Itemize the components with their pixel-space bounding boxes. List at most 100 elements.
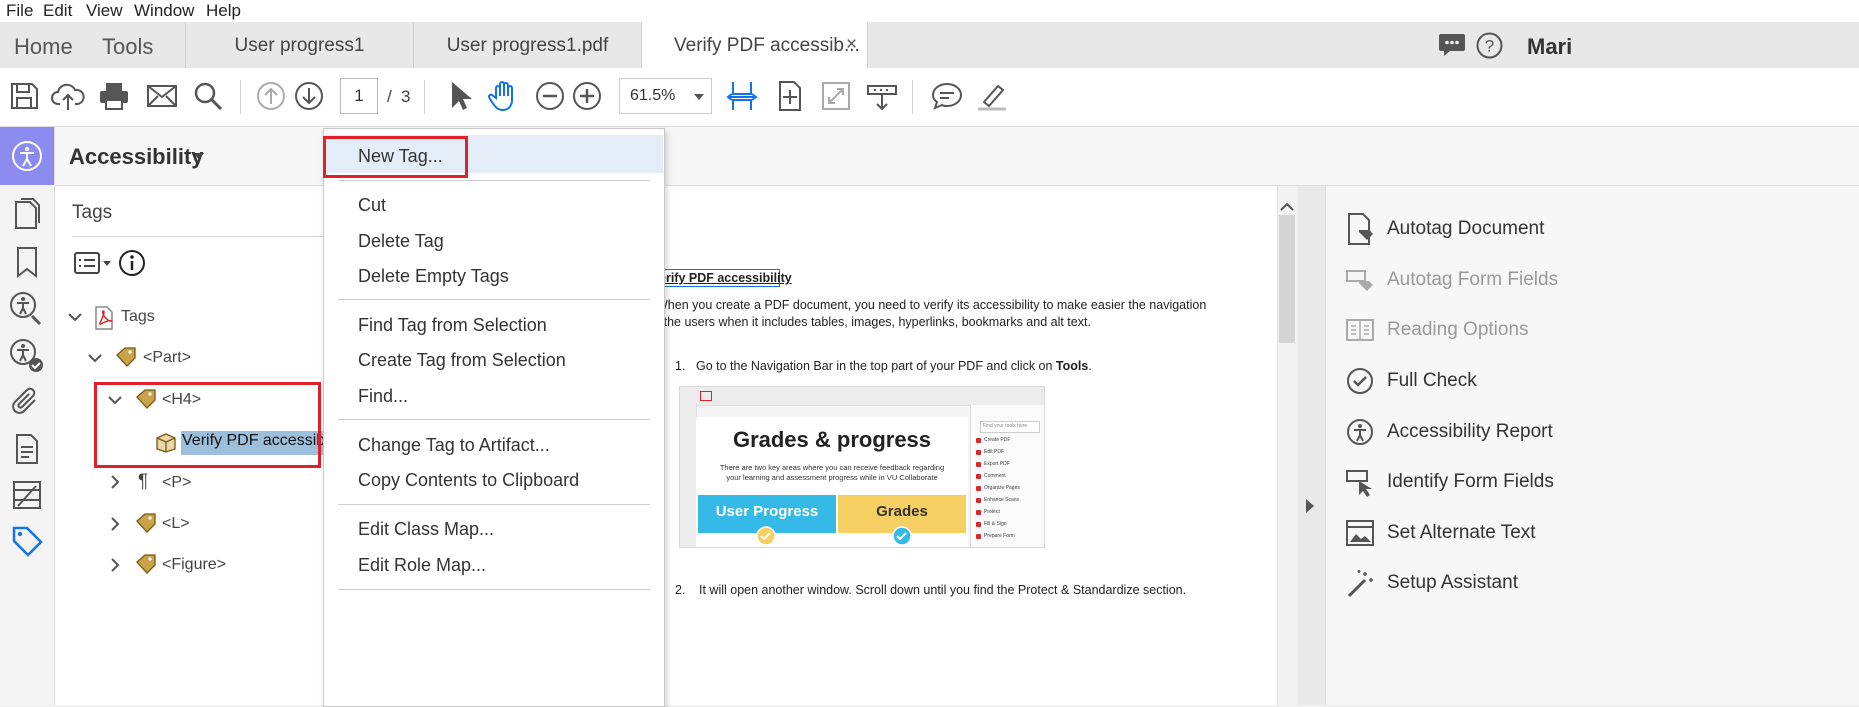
thumb-side-item: Enhance Scans (984, 497, 1020, 503)
save-icon[interactable] (6, 78, 42, 114)
menu-item-find-tag-from-selection[interactable]: Find Tag from Selection (358, 315, 547, 336)
chat-icon[interactable] (1438, 32, 1466, 58)
chevron-down-icon[interactable] (88, 353, 102, 363)
tab-home[interactable]: Home (14, 34, 73, 60)
thumb-side-item-icon (976, 534, 981, 539)
menu-item-find[interactable]: Find... (358, 386, 408, 407)
tree-figure[interactable]: <Figure> (162, 556, 226, 574)
collapse-panel-icon[interactable] (1304, 498, 1316, 514)
select-arrow-icon[interactable] (441, 78, 477, 114)
tree-part[interactable]: <Part> (143, 349, 191, 367)
info-icon[interactable] (118, 249, 146, 277)
user-name[interactable]: Mari (1527, 34, 1572, 60)
accessibility-icon (12, 141, 42, 171)
zoom-value: 61.5% (630, 87, 676, 104)
menu-window[interactable]: Window (134, 1, 194, 21)
search-icon[interactable] (190, 78, 226, 114)
menu-item-copy-contents[interactable]: Copy Contents to Clipboard (358, 470, 579, 491)
email-icon[interactable] (144, 78, 180, 114)
menu-edit[interactable]: Edit (43, 1, 72, 21)
paragraph-icon: ¶ (138, 471, 149, 492)
doc-heading: erify PDF accessibility (659, 271, 792, 285)
toolbar: 1 / 3 61.5% (0, 68, 1859, 127)
set-alternate-text-icon (1346, 520, 1374, 546)
chevron-down-icon[interactable] (194, 153, 204, 160)
doc-tab-verify-pdf[interactable]: Verify PDF accessib... × (641, 22, 868, 69)
accessibility-title[interactable]: Accessibility (69, 144, 204, 170)
menu-file[interactable]: File (6, 1, 33, 21)
cloud-upload-icon[interactable] (50, 78, 86, 114)
doc-tab-user-progress1-pdf[interactable]: User progress1.pdf (413, 22, 641, 68)
pages-icon[interactable] (8, 196, 46, 234)
comment-icon[interactable] (929, 78, 965, 114)
zoom-out-icon[interactable] (532, 78, 568, 114)
print-icon[interactable] (96, 78, 132, 114)
menu-item-edit-role-map[interactable]: Edit Role Map... (358, 555, 486, 576)
hand-icon[interactable] (486, 78, 522, 114)
tree-tags-root[interactable]: Tags (121, 308, 155, 326)
highlight-box (94, 382, 321, 468)
bookmark-icon[interactable] (8, 243, 46, 281)
thumb-grades-label: Grades (876, 503, 928, 520)
full-screen-icon[interactable] (818, 78, 854, 114)
thumb-side-item-icon (976, 510, 981, 515)
zoom-select[interactable]: 61.5% (619, 78, 712, 114)
doc-step2-number: 2. (675, 583, 686, 597)
accessibility-rail-button[interactable] (0, 127, 54, 185)
scrollbar-thumb[interactable] (1279, 215, 1295, 343)
tags-icon[interactable] (8, 522, 46, 560)
chevron-down-icon[interactable] (68, 312, 82, 322)
divider (72, 236, 325, 237)
thumb-search-placeholder: Find your tools here (983, 423, 1028, 429)
svg-text:?: ? (1485, 37, 1494, 56)
menu-item-delete-empty-tags[interactable]: Delete Empty Tags (358, 266, 509, 287)
fit-page-icon[interactable] (772, 78, 808, 114)
thumb-search-box: Find your tools here (980, 421, 1040, 433)
thumb-side-item-icon (976, 498, 981, 503)
options-menu-icon[interactable] (74, 251, 114, 275)
menu-item-cut[interactable]: Cut (358, 195, 386, 216)
toolbar-separator (912, 80, 913, 114)
menu-item-edit-class-map[interactable]: Edit Class Map... (358, 519, 494, 540)
menu-view[interactable]: View (86, 1, 123, 21)
full-check-icon (1347, 368, 1373, 394)
tab-tools[interactable]: Tools (102, 34, 153, 60)
tag-icon (136, 554, 156, 574)
page-down-icon[interactable] (291, 78, 327, 114)
context-menu: New Tag... Cut Delete Tag Delete Empty T… (323, 128, 665, 707)
tree-p[interactable]: <P> (162, 474, 191, 492)
thumb-side-item-icon (976, 438, 981, 443)
close-tab-icon[interactable]: × (846, 34, 857, 56)
thumb-side-item-icon (976, 486, 981, 491)
page-number-input[interactable]: 1 (340, 78, 378, 114)
thumb-subtitle-line1: There are two key areas where you can re… (719, 463, 945, 472)
pdf-file-icon (95, 306, 113, 330)
menu-item-delete-tag[interactable]: Delete Tag (358, 231, 444, 252)
page-up-icon[interactable] (253, 78, 289, 114)
fit-width-icon[interactable] (724, 78, 760, 114)
reading-order-icon[interactable] (8, 290, 46, 328)
accessibility-checker-icon[interactable] (8, 337, 46, 375)
accessibility-report-label: Accessibility Report (1387, 421, 1553, 442)
menu-item-create-tag-from-selection[interactable]: Create Tag from Selection (358, 350, 566, 371)
read-mode-icon[interactable] (864, 78, 900, 114)
tree-l[interactable]: <L> (162, 515, 190, 533)
menu-help[interactable]: Help (206, 1, 241, 21)
doc-tab-user-progress1[interactable]: User progress1 (185, 22, 413, 68)
help-icon[interactable]: ? (1476, 32, 1503, 59)
highlight-box (323, 136, 468, 178)
chevron-right-icon[interactable] (110, 475, 120, 489)
scroll-up-icon[interactable] (1280, 202, 1294, 212)
content-icon[interactable] (8, 430, 46, 468)
menu-item-change-tag-to-artifact[interactable]: Change Tag to Artifact... (358, 435, 550, 456)
highlight-icon[interactable] (974, 78, 1010, 114)
set-alternate-text-label: Set Alternate Text (1387, 522, 1536, 543)
doc-step2-text: It will open another window. Scroll down… (699, 583, 1187, 597)
chevron-right-icon[interactable] (110, 558, 120, 572)
chevron-right-icon[interactable] (110, 517, 120, 531)
attachment-icon[interactable] (8, 383, 46, 421)
thumb-toolbar (680, 387, 1044, 406)
zoom-in-icon[interactable] (569, 78, 605, 114)
thumb-side-item-icon (976, 450, 981, 455)
order-icon[interactable] (8, 476, 46, 514)
